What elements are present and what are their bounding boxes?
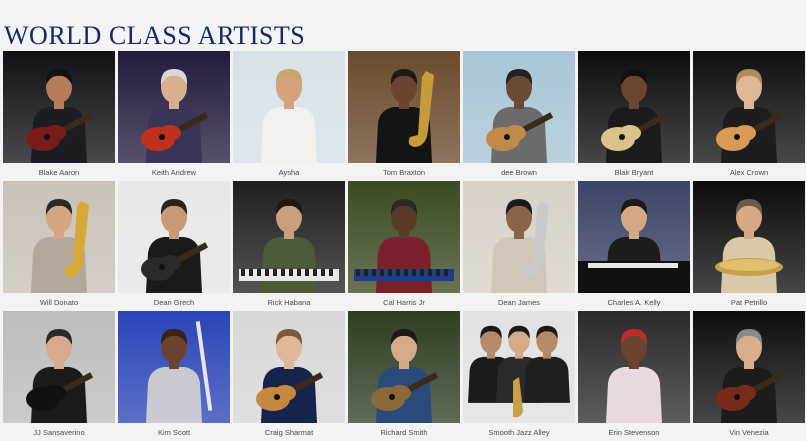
- artist-name[interactable]: Charles A. Kelly: [578, 294, 690, 311]
- artist-name[interactable]: Erin Stevenson: [578, 424, 690, 441]
- artist-card-erin-stevenson[interactable]: Erin Stevenson: [578, 311, 690, 441]
- artist-grid: Blake Aaron Keith Andrew Aysha Tom Braxton d…: [3, 51, 805, 441]
- artist-photo-image: [118, 311, 230, 423]
- artist-name[interactable]: dee Brown: [463, 164, 575, 181]
- artist-photo-image: [233, 181, 345, 293]
- artist-name[interactable]: Craig Sharmat: [233, 424, 345, 441]
- artist-card-pat-petrillo[interactable]: Pat Petrillo: [693, 181, 805, 311]
- artist-name[interactable]: Rick Habana: [233, 294, 345, 311]
- artist-name[interactable]: Richard Smith: [348, 424, 460, 441]
- artist-photo-image: [233, 311, 345, 423]
- artist-name[interactable]: Pat Petrillo: [693, 294, 805, 311]
- artist-photo[interactable]: [233, 311, 345, 423]
- artist-photo-image: [348, 311, 460, 423]
- artist-card-vin-venezia[interactable]: Vin Venezia: [693, 311, 805, 441]
- artist-photo[interactable]: [348, 181, 460, 293]
- artist-photo-image: [693, 311, 805, 423]
- artist-photo[interactable]: [348, 51, 460, 163]
- artist-photo-image: [463, 181, 575, 293]
- artist-name[interactable]: Vin Venezia: [693, 424, 805, 441]
- artist-card-richard-smith[interactable]: Richard Smith: [348, 311, 460, 441]
- artist-photo-image: [463, 311, 575, 423]
- artist-name[interactable]: Tom Braxton: [348, 164, 460, 181]
- artists-page: WORLD CLASS ARTISTS Blake Aaron Keith And…: [0, 0, 806, 438]
- artist-photo[interactable]: [118, 311, 230, 423]
- artist-photo-image: [578, 311, 690, 423]
- artist-name[interactable]: JJ Sansaverino: [3, 424, 115, 441]
- artist-photo[interactable]: [233, 51, 345, 163]
- artist-photo-image: [578, 51, 690, 163]
- artist-photo[interactable]: [578, 311, 690, 423]
- artist-name[interactable]: Will Donato: [3, 294, 115, 311]
- artist-photo[interactable]: [693, 311, 805, 423]
- artist-card-dee-brown[interactable]: dee Brown: [463, 51, 575, 181]
- page-title: WORLD CLASS ARTISTS: [4, 21, 306, 51]
- artist-card-aysha[interactable]: Aysha: [233, 51, 345, 181]
- artist-card-dean-grech[interactable]: Dean Grech: [118, 181, 230, 311]
- artist-card-blake-aaron[interactable]: Blake Aaron: [3, 51, 115, 181]
- artist-photo[interactable]: [578, 181, 690, 293]
- artist-photo-image: [463, 51, 575, 163]
- artist-photo[interactable]: [118, 51, 230, 163]
- artist-photo[interactable]: [463, 311, 575, 423]
- artist-name[interactable]: Smooth Jazz Alley: [463, 424, 575, 441]
- artist-photo-image: [348, 181, 460, 293]
- artist-photo[interactable]: [693, 51, 805, 163]
- artist-photo-image: [3, 51, 115, 163]
- artist-name[interactable]: Dean James: [463, 294, 575, 311]
- artist-photo[interactable]: [463, 51, 575, 163]
- artist-name[interactable]: Aysha: [233, 164, 345, 181]
- artist-photo-image: [3, 181, 115, 293]
- artist-photo[interactable]: [3, 311, 115, 423]
- artist-photo-image: [233, 51, 345, 163]
- artist-photo[interactable]: [578, 51, 690, 163]
- artist-photo-image: [578, 181, 690, 293]
- artist-card-rick-habana[interactable]: Rick Habana: [233, 181, 345, 311]
- artist-name[interactable]: Kim Scott: [118, 424, 230, 441]
- artist-card-alex-crown[interactable]: Alex Crown: [693, 51, 805, 181]
- artist-card-cal-harris-jr[interactable]: Cal Harris Jr: [348, 181, 460, 311]
- artist-photo[interactable]: [463, 181, 575, 293]
- artist-photo[interactable]: [3, 51, 115, 163]
- artist-name[interactable]: Keith Andrew: [118, 164, 230, 181]
- artist-photo[interactable]: [118, 181, 230, 293]
- artist-photo[interactable]: [3, 181, 115, 293]
- artist-name[interactable]: Alex Crown: [693, 164, 805, 181]
- artist-photo-image: [693, 51, 805, 163]
- artist-photo-image: [693, 181, 805, 293]
- artist-photo-image: [348, 51, 460, 163]
- artist-card-will-donato[interactable]: Will Donato: [3, 181, 115, 311]
- artist-card-smooth-jazz-alley[interactable]: Smooth Jazz Alley: [463, 311, 575, 441]
- artist-name[interactable]: Blair Bryant: [578, 164, 690, 181]
- artist-photo-image: [118, 51, 230, 163]
- artist-name[interactable]: Blake Aaron: [3, 164, 115, 181]
- artist-photo[interactable]: [233, 181, 345, 293]
- artist-card-charles-a-kelly[interactable]: Charles A. Kelly: [578, 181, 690, 311]
- artist-card-blair-bryant[interactable]: Blair Bryant: [578, 51, 690, 181]
- artist-photo-image: [3, 311, 115, 423]
- artist-card-kim-scott[interactable]: Kim Scott: [118, 311, 230, 441]
- artist-card-keith-andrew[interactable]: Keith Andrew: [118, 51, 230, 181]
- artist-photo[interactable]: [348, 311, 460, 423]
- artist-card-dean-james[interactable]: Dean James: [463, 181, 575, 311]
- artist-name[interactable]: Dean Grech: [118, 294, 230, 311]
- artist-card-tom-braxton[interactable]: Tom Braxton: [348, 51, 460, 181]
- artist-card-craig-sharmat[interactable]: Craig Sharmat: [233, 311, 345, 441]
- artist-card-jj-sansaverino[interactable]: JJ Sansaverino: [3, 311, 115, 441]
- artist-name[interactable]: Cal Harris Jr: [348, 294, 460, 311]
- artist-photo-image: [118, 181, 230, 293]
- artist-photo[interactable]: [693, 181, 805, 293]
